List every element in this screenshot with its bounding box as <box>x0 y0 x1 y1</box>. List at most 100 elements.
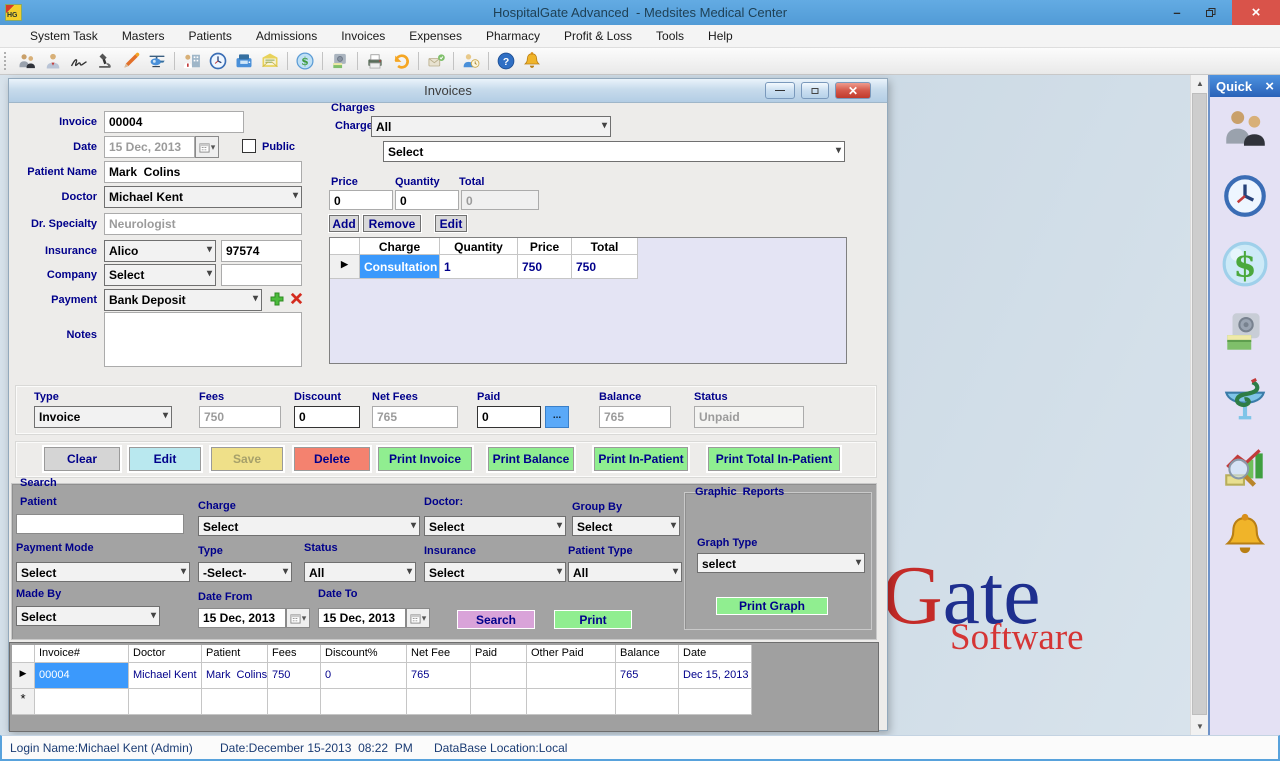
money-mail-icon[interactable] <box>257 49 283 73</box>
cell-charge[interactable]: Consultation <box>360 255 440 279</box>
edit-button[interactable]: Edit <box>129 447 201 471</box>
notes-textarea[interactable] <box>104 312 302 367</box>
close-button[interactable]: × <box>1232 0 1280 25</box>
search-patienttype-combo[interactable]: All▾ <box>568 562 682 582</box>
add-charge-button[interactable]: Add <box>329 215 359 232</box>
restore-button[interactable] <box>1194 0 1228 25</box>
quick-bell-icon[interactable] <box>1217 509 1273 563</box>
type-combo[interactable]: Invoice▾ <box>34 406 172 428</box>
col-total[interactable]: Total <box>572 238 638 255</box>
remove-charge-button[interactable]: Remove <box>363 215 421 232</box>
cell-total[interactable]: 750 <box>572 255 638 279</box>
graphtype-combo[interactable]: select▾ <box>697 553 865 573</box>
add-payment-button[interactable] <box>269 291 285 312</box>
edit-charge-button[interactable]: Edit <box>435 215 467 232</box>
microscope-icon[interactable] <box>92 49 118 73</box>
price-input[interactable]: 0 <box>329 190 393 210</box>
scroll-down-icon[interactable]: ▼ <box>1191 718 1209 735</box>
col-charge[interactable]: Charge <box>360 238 440 255</box>
row-selector[interactable]: ▶ <box>330 255 360 279</box>
invoices-minimize-button[interactable]: — <box>765 82 795 99</box>
cell-netfee[interactable]: 765 <box>407 663 471 689</box>
search-button[interactable]: Search <box>457 610 535 629</box>
charges-grid-row[interactable]: ▶ Consultation 1 750 750 <box>330 255 846 279</box>
minimize-button[interactable]: – <box>1160 0 1194 25</box>
search-print-button[interactable]: Print <box>554 610 632 629</box>
date-field[interactable]: 15 Dec, 2013 <box>104 136 195 158</box>
search-datefrom-calendar-button[interactable]: ▾ <box>286 608 310 628</box>
print-total-inpatient-button[interactable]: Print Total In-Patient <box>708 447 840 471</box>
col-netfee[interactable]: Net Fee <box>407 645 471 663</box>
menu-item-patients[interactable]: Patients <box>177 25 244 48</box>
signature-icon[interactable] <box>66 49 92 73</box>
menu-item-tools[interactable]: Tools <box>644 25 696 48</box>
quantity-input[interactable]: 0 <box>395 190 459 210</box>
quick-patients-icon[interactable] <box>1217 101 1273 155</box>
discount-input[interactable]: 0 <box>294 406 360 428</box>
scrollbar-thumb[interactable] <box>1192 93 1207 715</box>
paid-input[interactable]: 0 <box>477 406 541 428</box>
print-balance-button[interactable]: Print Balance <box>488 447 574 471</box>
quick-financial-report-icon[interactable] <box>1217 441 1273 495</box>
cell-price[interactable]: 750 <box>518 255 572 279</box>
vertical-scrollbar[interactable]: ▲ ▼ <box>1190 75 1208 735</box>
search-groupby-combo[interactable]: Select▾ <box>572 516 680 536</box>
search-status-combo[interactable]: All▾ <box>304 562 416 582</box>
invoices-window-titlebar[interactable]: Invoices <box>9 79 887 103</box>
col-discount[interactable]: Discount% <box>321 645 407 663</box>
charge-item-combo[interactable]: Select▾ <box>383 141 845 162</box>
save-button[interactable]: Save <box>211 447 283 471</box>
print-invoice-button[interactable]: Print Invoice <box>378 447 472 471</box>
invoice-number-field[interactable]: 00004 <box>104 111 244 133</box>
search-madeby-combo[interactable]: Select▾ <box>16 606 160 626</box>
public-checkbox[interactable] <box>242 139 256 153</box>
col-quantity[interactable]: Quantity <box>440 238 518 255</box>
insurance-number-field[interactable]: 97574 <box>221 240 302 262</box>
quick-money-safe-icon[interactable] <box>1217 305 1273 359</box>
col-paid[interactable]: Paid <box>471 645 527 663</box>
row-selector[interactable]: ▶ <box>12 663 35 689</box>
results-new-row[interactable]: * <box>12 689 752 715</box>
help-icon[interactable]: ? <box>493 49 519 73</box>
search-type-combo[interactable]: -Select-▾ <box>198 562 292 582</box>
payment-combo[interactable]: Bank Deposit▾ <box>104 289 262 311</box>
menu-item-system-task[interactable]: System Task <box>18 25 110 48</box>
paid-more-button[interactable]: ... <box>545 406 569 428</box>
quick-clock-icon[interactable] <box>1217 169 1273 223</box>
company-combo[interactable]: Select▾ <box>104 264 216 286</box>
cell-fees[interactable]: 750 <box>268 663 321 689</box>
cell-date[interactable]: Dec 15, 2013 <box>679 663 752 689</box>
cell-doctor[interactable]: Michael Kent <box>129 663 202 689</box>
invoices-close-button[interactable]: ✕ <box>835 82 871 99</box>
charge-category-combo[interactable]: All▾ <box>371 116 611 137</box>
cell-invoice[interactable]: 00004 <box>35 663 129 689</box>
menu-item-admissions[interactable]: Admissions <box>244 25 329 48</box>
undo-icon[interactable] <box>388 49 414 73</box>
menu-item-masters[interactable]: Masters <box>110 25 177 48</box>
staff-schedule-icon[interactable] <box>458 49 484 73</box>
bell-icon[interactable] <box>519 49 545 73</box>
mail-icon[interactable] <box>423 49 449 73</box>
quick-close-icon[interactable]: × <box>1265 78 1274 95</box>
search-charge-combo[interactable]: Select▾ <box>198 516 420 536</box>
search-paymode-combo[interactable]: Select▾ <box>16 562 190 582</box>
patient-icon[interactable] <box>40 49 66 73</box>
col-doctor[interactable]: Doctor <box>129 645 202 663</box>
menu-item-pharmacy[interactable]: Pharmacy <box>474 25 552 48</box>
search-patient-input[interactable] <box>16 514 184 534</box>
delete-button[interactable]: Delete <box>294 447 370 471</box>
cell-otherpaid[interactable] <box>527 663 616 689</box>
col-date[interactable]: Date <box>679 645 752 663</box>
clock-icon[interactable] <box>205 49 231 73</box>
money-box-icon[interactable] <box>327 49 353 73</box>
print-graph-button[interactable]: Print Graph <box>716 597 828 615</box>
clear-button[interactable]: Clear <box>44 447 120 471</box>
menu-item-expenses[interactable]: Expenses <box>397 25 474 48</box>
menu-item-help[interactable]: Help <box>696 25 745 48</box>
search-datefrom-field[interactable]: 15 Dec, 2013 <box>198 608 286 628</box>
invoices-restore-button[interactable] <box>801 82 829 99</box>
menu-item-invoices[interactable]: Invoices <box>329 25 397 48</box>
delete-payment-button[interactable] <box>289 291 304 311</box>
insurance-combo[interactable]: Alico▾ <box>104 240 216 262</box>
col-fees[interactable]: Fees <box>268 645 321 663</box>
